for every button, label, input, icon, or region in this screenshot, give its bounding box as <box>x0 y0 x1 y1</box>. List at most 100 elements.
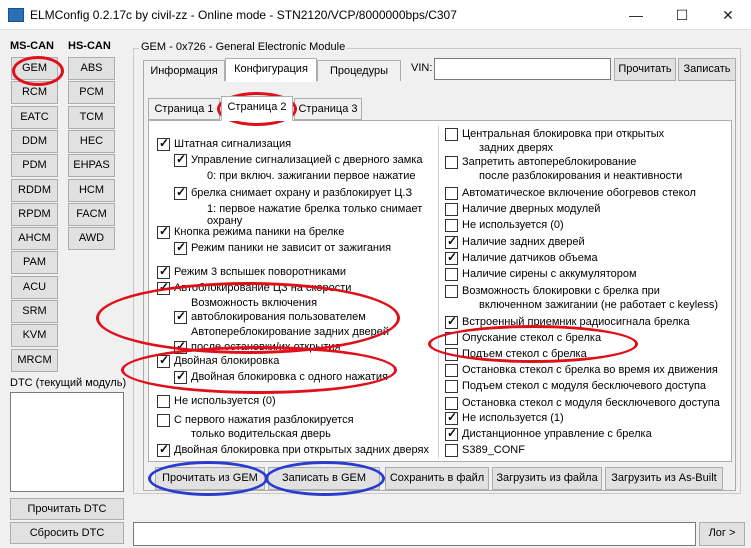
module-button-gem[interactable]: GEM <box>11 57 58 80</box>
right-option-label: Дистанционное управление с брелка <box>462 428 652 440</box>
right-option-label: после разблокирования и неактивности <box>479 170 683 182</box>
right-checkbox-5[interactable] <box>445 203 458 216</box>
log-field[interactable] <box>133 522 696 546</box>
module-button-hcm[interactable]: HCM <box>68 178 115 202</box>
read-dtc-button[interactable]: Прочитать DTC <box>10 498 124 520</box>
right-option-label: Наличие задних дверей <box>462 236 585 248</box>
left-checkbox-6[interactable] <box>157 224 170 239</box>
module-button-ehpas[interactable]: EHPAS <box>68 154 115 178</box>
left-checkbox-17[interactable] <box>157 414 170 427</box>
left-checkbox-3[interactable] <box>174 185 187 200</box>
left-option-label: автоблокирования пользователем <box>191 311 366 323</box>
module-button-pcm[interactable]: PCM <box>68 81 115 105</box>
right-option-label: Возможность блокировки с брелка при <box>462 285 660 297</box>
tab-page-3[interactable]: Страница 3 <box>294 98 362 120</box>
left-option-label: Двойная блокировка <box>174 355 280 367</box>
module-button-eatc[interactable]: EATC <box>11 105 58 129</box>
left-checkbox-0[interactable] <box>157 136 170 151</box>
right-checkbox-18[interactable] <box>445 410 458 425</box>
tab-procedures[interactable]: Процедуры <box>317 60 401 82</box>
module-button-rddm[interactable]: RDDM <box>11 178 58 202</box>
right-checkbox-16[interactable] <box>445 380 458 393</box>
options-divider <box>438 126 439 458</box>
module-button-ahcm[interactable]: AHCM <box>11 227 58 251</box>
tab-info[interactable]: Информация <box>143 60 225 82</box>
right-option-label: задних дверях <box>479 142 554 154</box>
minimize-button[interactable]: — <box>613 0 659 30</box>
right-checkbox-2[interactable] <box>445 156 458 169</box>
module-button-mrcm[interactable]: MRCM <box>11 348 58 372</box>
right-checkbox-0[interactable] <box>445 128 458 141</box>
left-checkbox-7[interactable] <box>174 240 187 255</box>
read-from-gem-button[interactable]: Прочитать из GEM <box>155 467 265 490</box>
right-option-label: Наличие датчиков объема <box>462 252 598 264</box>
title-bar: ELMConfig 0.2.17c by civil-zz - Online m… <box>0 0 751 30</box>
right-checkbox-13[interactable] <box>445 332 458 345</box>
right-checkbox-12[interactable] <box>445 314 458 329</box>
left-option-label: 0: при включ. зажигании первое нажатие <box>207 170 416 182</box>
left-checkbox-19[interactable] <box>157 442 170 457</box>
right-checkbox-10[interactable] <box>445 285 458 298</box>
right-checkbox-9[interactable] <box>445 268 458 281</box>
left-checkbox-16[interactable] <box>157 395 170 408</box>
left-option-label: только водительская дверь <box>191 428 331 440</box>
left-option-label: Кнопка режима паники на брелке <box>174 226 345 238</box>
right-checkbox-8[interactable] <box>445 250 458 265</box>
write-button[interactable]: Записать <box>678 58 736 81</box>
reset-dtc-button[interactable]: Сбросить DTC <box>10 522 124 544</box>
module-button-rcm[interactable]: RCM <box>11 81 58 105</box>
right-option-label: Автоматическое включение обогревов стеко… <box>462 187 696 199</box>
right-option-label: Остановка стекол с брелка во время их дв… <box>462 364 718 376</box>
module-button-pam[interactable]: PAM <box>11 251 58 275</box>
read-button[interactable]: Прочитать <box>614 58 676 81</box>
left-checkbox-11[interactable] <box>174 309 187 324</box>
dtc-label: DTC (текущий модуль) <box>10 377 127 389</box>
save-to-file-button[interactable]: Сохранить в файл <box>385 467 489 490</box>
log-button[interactable]: Лог > <box>699 522 745 546</box>
left-option-label: Двойная блокировка при открытых задних д… <box>174 444 429 456</box>
left-option-label: Возможность включения <box>191 297 318 309</box>
left-checkbox-15[interactable] <box>174 369 187 384</box>
module-button-srm[interactable]: SRM <box>11 300 58 323</box>
left-option-label: после остановки/их открытия <box>191 341 341 353</box>
right-checkbox-15[interactable] <box>445 364 458 377</box>
module-button-hec[interactable]: HEC <box>68 129 115 153</box>
right-checkbox-20[interactable] <box>445 444 458 457</box>
tab-config[interactable]: Конфигурация <box>225 58 317 82</box>
right-checkbox-14[interactable] <box>445 348 458 361</box>
left-checkbox-13[interactable] <box>174 339 187 354</box>
tab-page-2[interactable]: Страница 2 <box>221 96 293 121</box>
right-option-label: Остановка стекол с модуля бесключевого д… <box>462 397 720 409</box>
right-option-label: Не используется (1) <box>462 412 564 424</box>
right-option-label: Наличие дверных модулей <box>462 203 601 215</box>
module-button-pdm[interactable]: PDM <box>11 154 58 178</box>
load-as-built-button[interactable]: Загрузить из As-Built <box>605 467 723 490</box>
module-button-facm[interactable]: FACM <box>68 202 115 226</box>
module-button-acu[interactable]: ACU <box>11 275 58 299</box>
module-button-rpdm[interactable]: RPDM <box>11 202 58 226</box>
module-button-abs[interactable]: ABS <box>68 57 115 80</box>
right-checkbox-6[interactable] <box>445 219 458 232</box>
left-option-label: Автопереблокирование задних дверей <box>191 326 390 338</box>
left-checkbox-1[interactable] <box>174 152 187 167</box>
left-checkbox-14[interactable] <box>157 353 170 368</box>
right-checkbox-7[interactable] <box>445 234 458 249</box>
tab-page-1[interactable]: Страница 1 <box>148 98 220 120</box>
right-checkbox-4[interactable] <box>445 187 458 200</box>
module-button-kvm[interactable]: KVM <box>11 324 58 348</box>
module-button-tcm[interactable]: TCM <box>68 105 115 129</box>
module-button-awd[interactable]: AWD <box>68 227 115 251</box>
right-option-label: S389_CONF <box>462 444 525 456</box>
left-checkbox-8[interactable] <box>157 264 170 279</box>
left-checkbox-9[interactable] <box>157 280 170 295</box>
right-option-label: Центральная блокировка при открытых <box>462 128 665 140</box>
close-button[interactable]: ✕ <box>705 0 751 30</box>
vin-input[interactable] <box>434 58 611 80</box>
load-from-file-button[interactable]: Загрузить из файла <box>492 467 602 490</box>
module-button-ddm[interactable]: DDM <box>11 129 58 153</box>
right-checkbox-17[interactable] <box>445 397 458 410</box>
dtc-list[interactable] <box>10 392 124 492</box>
right-checkbox-19[interactable] <box>445 426 458 441</box>
write-to-gem-button[interactable]: Записать в GEM <box>268 467 380 490</box>
maximize-button[interactable]: ☐ <box>659 0 705 30</box>
